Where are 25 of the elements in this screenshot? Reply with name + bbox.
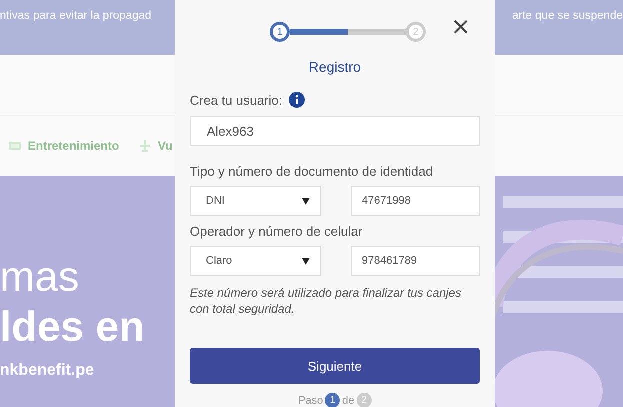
info-icon[interactable] — [288, 92, 304, 108]
caret-icon — [302, 258, 310, 264]
phone-number-field[interactable]: 978461789 — [351, 246, 480, 276]
field-label: Operador y número de celular — [190, 224, 364, 241]
helper-text: Este número será utilizado para finalizar tus canjes con total seguridad. — [190, 285, 462, 317]
step-indicator: 1 — [270, 22, 290, 42]
document-type-dropdown[interactable]: DNI — [190, 186, 321, 216]
operator-dropdown[interactable]: Claro — [190, 246, 321, 276]
hero-text: nkbenefit.pe — [0, 362, 94, 380]
page-badge: 1 — [325, 393, 340, 407]
username-field[interactable]: Alex963 — [190, 116, 480, 146]
close-icon — [454, 20, 468, 34]
hero-heading: mas — [0, 252, 80, 302]
banner-text: arte que se suspende — [512, 9, 623, 22]
hero-heading: ldes en — [0, 302, 145, 352]
pager-text: Paso — [298, 394, 324, 406]
pager-text: de — [342, 394, 355, 406]
field-label: Tipo y número de documento de identidad — [190, 164, 434, 181]
document-number-field[interactable]: 47671998 — [351, 186, 480, 216]
field-label: Crea tu usuario: — [190, 92, 282, 108]
ticket-icon — [8, 140, 22, 152]
banner-text: ntivas para evitar la propagad — [0, 9, 152, 22]
dialog-title: Registro — [308, 59, 362, 75]
next-button[interactable]: Siguiente — [190, 348, 480, 384]
caret-icon — [302, 198, 310, 204]
